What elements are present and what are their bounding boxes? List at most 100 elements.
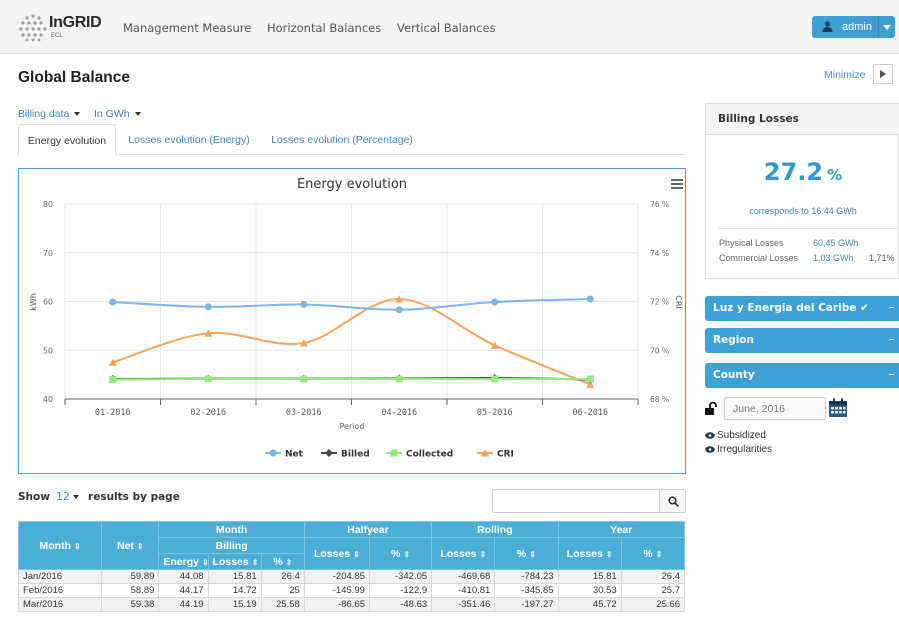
data-source-dropdown[interactable]: Billing data <box>18 108 81 120</box>
losses-percentage: 27.2 <box>763 158 824 186</box>
commercial-losses-row: Commercial Losses 1,03 GWh 1,71% <box>719 253 899 263</box>
table-cell: -342.05 <box>368 569 433 584</box>
data-point-net <box>491 298 499 306</box>
app-logo[interactable]: InGRID ECL <box>18 8 110 46</box>
col-month[interactable]: Month ⇕ <box>17 521 103 570</box>
unit-dropdown[interactable]: In GWh <box>94 108 141 120</box>
user-menu-button[interactable]: admin <box>812 16 895 38</box>
chart-menu-icon[interactable] <box>671 179 683 189</box>
tab-losses-energy[interactable]: Losses evolution (Energy) <box>119 124 259 155</box>
minimize-link[interactable]: Minimize <box>824 69 865 81</box>
commercial-losses-label: Commercial Losses <box>719 253 799 263</box>
show-label: Show <box>18 491 50 503</box>
y-axis-title: kWh <box>29 293 38 311</box>
table-search-input[interactable] <box>492 489 660 513</box>
legend-irregularities-label: Irregularities <box>717 444 773 455</box>
search-icon <box>668 496 679 507</box>
table-cell: 25.58 <box>260 597 305 612</box>
user-name: admin <box>842 21 872 33</box>
brand-name: InGRID <box>49 14 102 31</box>
col-net[interactable]: Net ⇕ <box>101 521 160 570</box>
sort-icon: ⇕ <box>403 549 411 559</box>
table-cell: 44.19 <box>158 597 209 612</box>
collapse-icon <box>889 339 894 340</box>
table-cell: 14.72 <box>207 583 262 598</box>
group-month: Month <box>158 521 305 538</box>
table-cell: -469.68 <box>431 569 496 584</box>
nav-horizontal-balances[interactable]: Horizontal Balances <box>267 21 381 35</box>
group-halfyear: Halfyear <box>303 521 433 538</box>
top-navbar: InGRID ECL Management Measure Horizontal… <box>0 0 899 54</box>
divider <box>718 228 898 229</box>
table-cell: -784.23 <box>494 569 559 584</box>
minimize-toggle-button[interactable] <box>873 64 893 84</box>
tab-losses-percentage[interactable]: Losses evolution (Percentage) <box>264 124 420 155</box>
eye-icon <box>705 432 715 439</box>
table-row[interactable]: Mar/2016 59.38 44.19 15.19 25.58 -86.65 -48.63… <box>17 597 686 612</box>
col-rolling-losses[interactable]: Losses ⇕ <box>431 537 496 570</box>
calendar-icon[interactable] <box>828 398 848 418</box>
tab-energy-evolution[interactable]: Energy evolution <box>18 124 116 156</box>
physical-losses-row: Physical Losses 60,45 GWh <box>719 238 899 248</box>
company-filter-label: Luz y Energia del Caribe ✔ <box>713 302 869 314</box>
col-label: % <box>643 547 653 560</box>
data-point-collected <box>109 376 117 383</box>
region-filter[interactable]: Region <box>705 328 899 353</box>
table-cell: 15.81 <box>557 569 622 584</box>
county-filter[interactable]: County <box>705 363 899 388</box>
col-halfyear-pct[interactable]: % ⇕ <box>368 537 433 570</box>
group-rolling: Rolling <box>431 521 559 538</box>
table-search-button[interactable] <box>659 489 686 513</box>
col-label: Losses <box>212 555 249 568</box>
col-billing-losses[interactable]: Losses ⇕ <box>207 553 262 570</box>
table-cell: 30.53 <box>557 583 622 598</box>
losses-unit: % <box>827 166 843 184</box>
logo-grid-icon <box>19 14 47 42</box>
results-label: results by page <box>88 491 180 503</box>
nav-vertical-balances[interactable]: Vertical Balances <box>397 21 496 35</box>
legend-irregularities[interactable]: Irregularities <box>705 444 772 455</box>
table-row[interactable]: Feb/2016 58.89 44.17 14.72 25 -145.99 -122.9 -4… <box>17 583 686 598</box>
col-label: % <box>516 547 527 560</box>
user-dropdown-toggle[interactable] <box>878 16 895 38</box>
x-tick-label: 05-2016 <box>477 408 513 418</box>
nav-management-measure[interactable]: Management Measure <box>123 21 251 35</box>
data-point-collected <box>300 375 308 383</box>
sort-icon: ⇕ <box>74 541 81 551</box>
date-picker-row <box>705 397 899 421</box>
table-cell: -351.46 <box>431 597 496 612</box>
legend-marker-collected <box>390 449 398 457</box>
caret-down-icon <box>74 112 81 117</box>
col-year-losses[interactable]: Losses ⇕ <box>557 537 622 570</box>
legend-subsidized[interactable]: Subsidized <box>705 430 766 441</box>
month-date-input[interactable] <box>724 397 826 420</box>
table-cell: 58.89 <box>101 583 160 598</box>
y2-tick-label: 70 % <box>650 346 669 355</box>
y2-tick-label: 76 % <box>650 200 669 209</box>
x-tick-label: 04-2016 <box>381 408 417 418</box>
unlock-icon[interactable] <box>705 402 718 415</box>
col-billing-energy[interactable]: Energy ⇕ <box>158 553 209 570</box>
table-row[interactable]: Jan/2016 59.89 44.08 15.81 26.4 -204.85 -342.0… <box>17 569 686 584</box>
caret-down-icon <box>72 495 79 499</box>
col-label: Energy <box>163 555 199 568</box>
data-point-collected <box>491 375 499 383</box>
y2-tick-label: 74 % <box>650 249 669 258</box>
page-size-select[interactable]: 12 <box>56 491 69 503</box>
user-button-main[interactable]: admin <box>812 16 877 38</box>
col-label: Losses <box>440 547 477 560</box>
sort-icon: ⇕ <box>655 549 663 559</box>
table-cell: -410.81 <box>431 583 496 598</box>
table-cell: 25 <box>260 583 305 598</box>
col-label: Losses <box>313 547 351 560</box>
col-label: % <box>273 555 283 568</box>
col-halfyear-losses[interactable]: Losses ⇕ <box>303 537 370 570</box>
col-rolling-pct[interactable]: % ⇕ <box>494 537 559 570</box>
col-year-pct[interactable]: % ⇕ <box>620 537 686 570</box>
company-filter[interactable]: Luz y Energia del Caribe ✔ <box>705 296 899 321</box>
legend-label-net: Net <box>285 450 304 460</box>
data-point-net <box>586 295 594 303</box>
col-billing-pct[interactable]: % ⇕ <box>260 553 305 570</box>
table-cell: 15.19 <box>207 597 262 612</box>
group-billing: Billing <box>158 537 305 554</box>
